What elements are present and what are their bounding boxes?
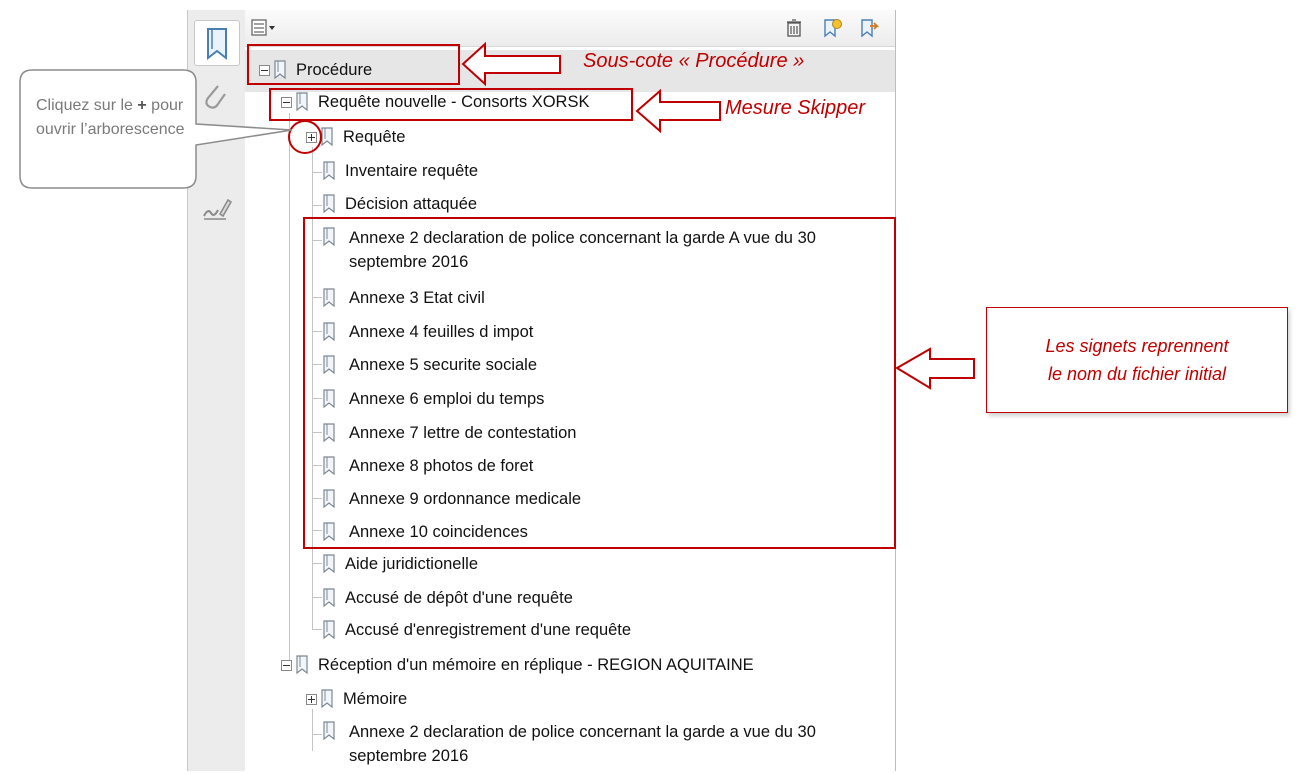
annotation-mesure: Mesure Skipper bbox=[725, 97, 866, 119]
callout-line: Les signets reprennent bbox=[1045, 336, 1229, 356]
arrow-left-icon bbox=[895, 347, 975, 390]
annotation-callout-signets: Les signets reprennent le nom du fichier… bbox=[986, 307, 1288, 413]
highlight-circle-icon bbox=[288, 120, 322, 154]
tooltip-instruction: Cliquez sur le + pour ouvrir l’arboresce… bbox=[36, 94, 196, 142]
callout-line: le nom du fichier initial bbox=[1047, 364, 1227, 384]
arrow-left-icon bbox=[461, 41, 561, 87]
tooltip-text: Cliquez sur le bbox=[36, 97, 138, 114]
tooltip-plus: + bbox=[137, 97, 147, 114]
annotation-sous-cote: Sous-cote « Procédure » bbox=[583, 50, 805, 72]
arrow-left-icon bbox=[635, 88, 721, 134]
